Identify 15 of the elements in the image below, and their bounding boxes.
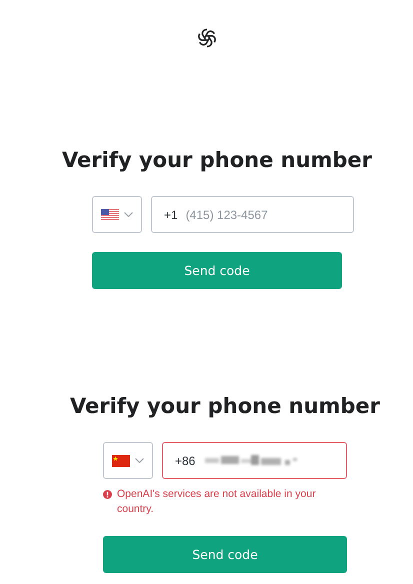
page-heading: Verify your phone number: [68, 393, 382, 420]
country-code: +86: [175, 454, 196, 468]
error-icon: [103, 490, 112, 499]
country-code: +1: [164, 208, 178, 222]
flag-icon: [101, 208, 119, 220]
page-heading: Verify your phone number: [60, 147, 374, 174]
phone-field[interactable]: +86: [162, 442, 347, 479]
chevron-icon: [135, 458, 144, 463]
phone-input[interactable]: (415) 123-4567: [186, 208, 341, 222]
country-select[interactable]: [92, 196, 142, 233]
chevron-icon: [124, 212, 133, 217]
phone-field[interactable]: +1 (415) 123-4567: [151, 196, 354, 233]
flag-icon: [112, 454, 130, 466]
country-select[interactable]: [103, 442, 153, 479]
error-message: OpenAI's services are not available in your country.: [117, 487, 317, 517]
